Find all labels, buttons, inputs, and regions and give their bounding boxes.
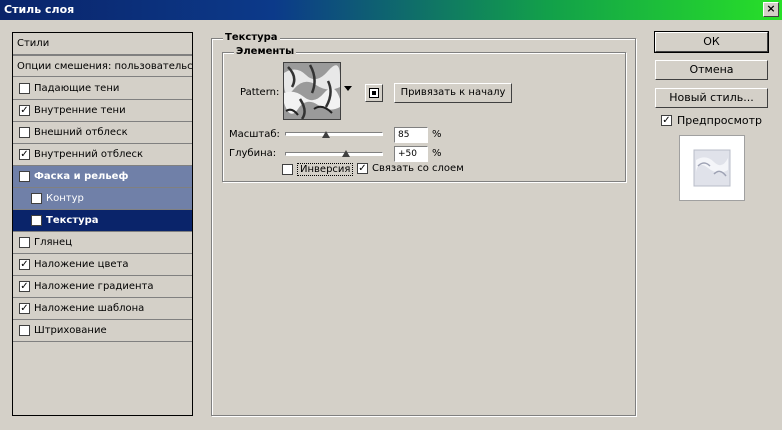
pattern-dropdown-icon[interactable] (344, 86, 352, 92)
style-item-bevel-emboss[interactable]: ✓ Фаска и рельеф (13, 166, 192, 188)
checkbox[interactable] (19, 83, 30, 94)
scale-label: Масштаб: (229, 129, 280, 140)
scale-input[interactable]: 85 (394, 127, 428, 143)
link-with-layer-option[interactable]: ✓ Связать со слоем (357, 163, 464, 174)
scale-slider-thumb[interactable] (322, 131, 331, 138)
style-item-texture[interactable]: ✓ Текстура (13, 210, 192, 232)
style-item-inner-glow[interactable]: ✓ Внутренний отблеск (13, 144, 192, 166)
checkbox[interactable]: ✓ (19, 105, 30, 116)
style-item-pattern-overlay[interactable]: ✓ Наложение шаблона (13, 298, 192, 320)
scale-slider-track[interactable] (285, 132, 383, 136)
close-button[interactable]: × (763, 2, 779, 17)
window-title: Стиль слоя (4, 3, 75, 16)
checkbox[interactable] (19, 325, 30, 336)
pattern-label: Pattern: (240, 87, 280, 98)
depth-input[interactable]: +50 (394, 146, 428, 162)
preview-option[interactable]: ✓ Предпросмотр (661, 114, 762, 127)
style-item-drop-shadow[interactable]: Падающие тени (13, 78, 192, 100)
styles-list: Стили Опции смешения: пользовательские П… (12, 32, 193, 416)
pattern-swatch[interactable] (283, 62, 341, 120)
blending-options[interactable]: Опции смешения: пользовательские (13, 55, 192, 77)
checkbox[interactable]: ✓ (31, 215, 42, 226)
cancel-button[interactable]: Отмена (655, 60, 768, 80)
pattern-texture-icon (284, 63, 340, 119)
depth-percent: % (432, 148, 442, 159)
style-item-inner-shadow[interactable]: ✓ Внутренние тени (13, 100, 192, 122)
preview-thumbnail-icon (680, 136, 744, 200)
checkbox[interactable]: ✓ (19, 303, 30, 314)
snap-to-origin-button[interactable]: Привязать к началу (394, 83, 512, 103)
style-item-gradient-overlay[interactable]: ✓ Наложение градиента (13, 276, 192, 298)
checkbox[interactable]: ✓ (19, 149, 30, 160)
checkbox[interactable] (31, 193, 42, 204)
invert-option[interactable]: Инверсия (282, 163, 354, 176)
new-style-button[interactable]: Новый стиль... (655, 88, 768, 108)
depth-slider-thumb[interactable] (341, 150, 350, 157)
style-item-stroke[interactable]: Штрихование (13, 320, 192, 342)
checkbox[interactable]: ✓ (19, 171, 30, 182)
preview-checkbox[interactable]: ✓ (661, 115, 672, 126)
texture-group-title: Текстура (223, 32, 280, 43)
checkbox[interactable] (19, 237, 30, 248)
ok-button[interactable]: ОК (654, 31, 769, 53)
checkbox[interactable]: ✓ (19, 281, 30, 292)
link-checkbox[interactable]: ✓ (357, 163, 368, 174)
style-preview (679, 135, 745, 201)
checkbox[interactable] (19, 127, 30, 138)
invert-label: Инверсия (297, 163, 354, 176)
scale-percent: % (432, 129, 442, 140)
depth-label: Глубина: (229, 148, 277, 159)
title-bar: Стиль слоя × (0, 0, 782, 20)
style-item-contour[interactable]: Контур (13, 188, 192, 210)
styles-header[interactable]: Стили (13, 33, 192, 55)
style-item-satin[interactable]: Глянец (13, 232, 192, 254)
invert-checkbox[interactable] (282, 164, 293, 175)
new-preset-icon (369, 88, 379, 98)
preview-label: Предпросмотр (677, 114, 762, 127)
link-label: Связать со слоем (372, 163, 464, 174)
elements-group-title: Элементы (234, 46, 297, 57)
style-item-outer-glow[interactable]: Внешний отблеск (13, 122, 192, 144)
style-item-color-overlay[interactable]: ✓ Наложение цвета (13, 254, 192, 276)
depth-slider-track[interactable] (285, 152, 383, 156)
checkbox[interactable]: ✓ (19, 259, 30, 270)
new-preset-button[interactable] (365, 84, 383, 102)
